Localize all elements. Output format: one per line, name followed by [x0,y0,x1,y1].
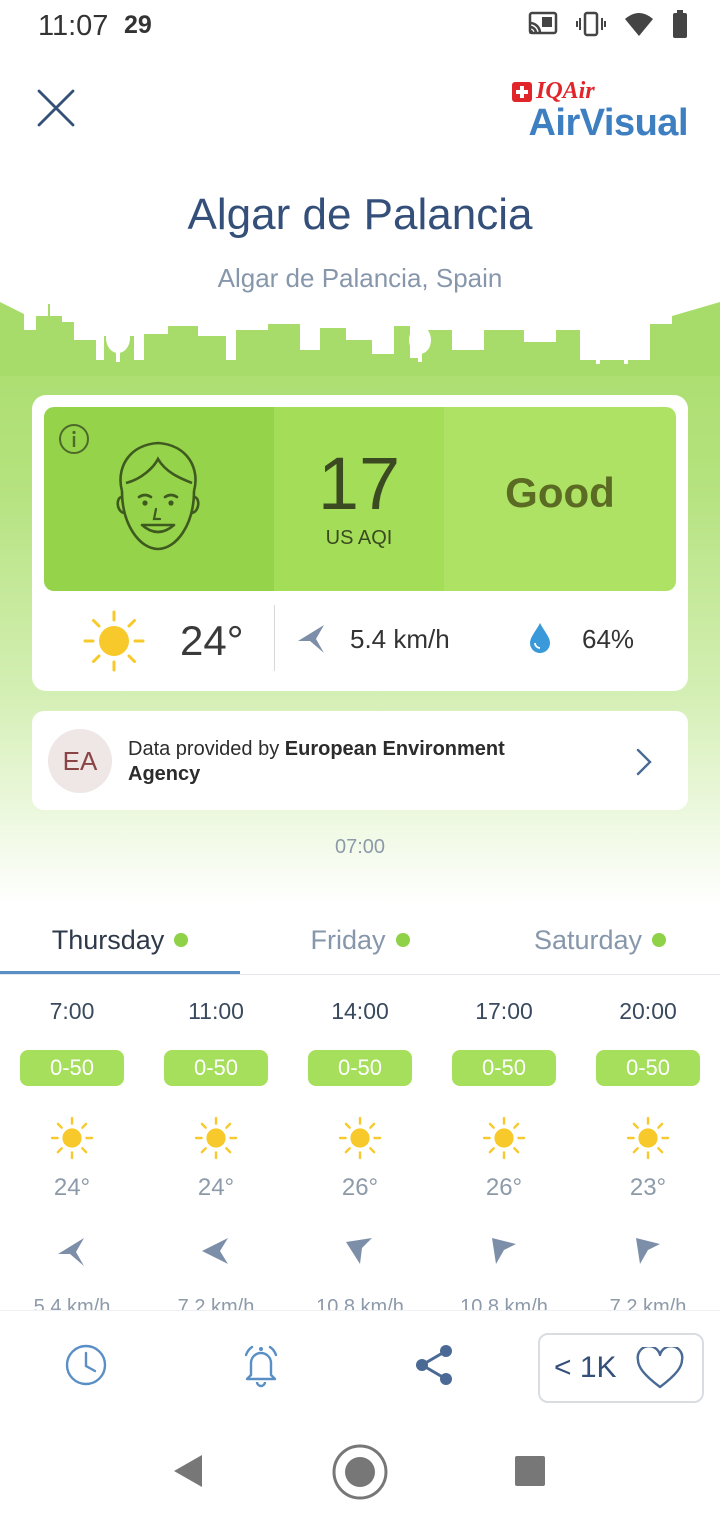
wind-direction-icon [636,1238,660,1264]
vibrate-icon [576,11,606,37]
home-circle-icon[interactable] [331,1443,389,1501]
notification-bell-icon[interactable] [237,1341,285,1389]
recents-square-icon[interactable] [514,1455,546,1487]
back-triangle-icon[interactable] [170,1453,206,1489]
bottom-toolbar: < 1K [0,1310,720,1422]
current-temperature: 24° [180,617,244,664]
aqi-band: 17 US AQI Good [44,407,676,591]
status-dot [395,933,410,947]
chevron-right-icon [636,748,652,776]
wind-direction-icon [58,1238,84,1266]
status-dot [174,933,189,947]
forecast-wind-speed: 10.8 km/h [316,1296,404,1310]
close-icon[interactable] [30,82,82,134]
status-icons [528,10,688,38]
favorite-count: < 1K [554,1351,617,1384]
wind-direction-icon [346,1238,372,1264]
wifi-icon [625,13,653,36]
forecast-time: 14:00 [331,998,389,1024]
forecast-aqi-badge: 0-50 [596,1050,700,1086]
forecast-item: 14:00 0-50 26° 10.8 km/h [288,976,432,1310]
tab-label: Saturday [533,924,643,955]
sun-icon [626,1116,670,1160]
forecast-aqi-badge: 0-50 [308,1050,412,1086]
status-bar: 11:07 29 [0,0,720,56]
happy-face-icon [116,441,200,551]
sun-icon [194,1116,238,1160]
history-clock-icon[interactable] [62,1341,110,1389]
airvisual-logo: AirVisual [528,102,688,144]
status-notification-count: 29 [124,11,152,39]
forecast-aqi-badge: 0-50 [452,1050,556,1086]
forecast-aqi-badge: 0-50 [20,1050,124,1086]
favorite-button[interactable]: < 1K [538,1333,704,1403]
tab-label: Friday [310,924,386,955]
forecast-wind-speed: 10.8 km/h [460,1296,548,1310]
forecast-temperature: 26° [341,1174,379,1201]
swiss-cross-icon [512,81,532,102]
tab-saturday[interactable]: Saturday [480,905,720,975]
sun-icon [83,610,145,672]
forecast-wind-speed: 5.4 km/h [33,1296,111,1310]
forecast-item: 11:00 0-50 24° 7.2 km/h [144,976,288,1310]
battery-icon [673,10,687,38]
city-skyline-illustration [0,296,720,376]
city-title: Algar de Palancia [187,190,533,239]
city-subtitle: Algar de Palancia, Spain [217,263,503,293]
forecast-temperature: 24° [197,1174,235,1201]
forecast-time: 20:00 [619,998,677,1024]
wind-direction-icon [298,625,324,653]
share-icon[interactable] [410,1341,458,1389]
aqi-value: 17 [317,442,401,525]
tab-thursday[interactable]: Thursday [0,905,240,975]
humidity-drop-icon [530,623,550,653]
forecast-aqi-badge: 0-50 [164,1050,268,1086]
sun-icon [338,1116,382,1160]
data-provider-card[interactable]: EA Data provided by European Environment… [32,711,688,810]
forecast-wind-speed: 7.2 km/h [609,1296,687,1310]
provider-prefix: Data provided by [128,738,285,760]
cast-icon [528,11,558,35]
info-icon[interactable] [58,423,90,455]
aqi-card[interactable]: 17 US AQI Good 24° 5.4 km/h 64% [32,395,688,691]
forecast-item: 7:00 0-50 24° 5.4 km/h [0,976,144,1310]
current-weather: 24° 5.4 km/h 64% [32,591,688,691]
forecast-time: 7:00 [49,998,95,1024]
sun-icon [50,1116,94,1160]
forecast-temperature: 23° [629,1174,667,1201]
tab-label: Thursday [51,924,165,955]
aqi-value-panel: 17 US AQI Good [274,407,676,591]
status-dot [652,933,667,947]
provider-text: Data provided by European Environment Ag… [128,737,568,787]
forecast-item: 20:00 0-50 23° 7.2 km/h [576,976,720,1310]
aqi-face-panel [44,407,274,591]
forecast-time: 11:00 [188,998,244,1024]
heart-icon [636,1347,684,1389]
forecast-time: 17:00 [475,998,533,1024]
forecast-temperature: 24° [53,1174,91,1201]
aqi-level: Good [505,469,615,516]
forecast-wind-speed: 7.2 km/h [177,1296,255,1310]
current-wind-speed: 5.4 km/h [350,624,450,654]
iqair-logo: IQAir [512,78,595,105]
forecast-item: 17:00 0-50 26° 10.8 km/h [432,976,576,1310]
sun-icon [482,1116,526,1160]
aqi-unit: US AQI [325,527,393,549]
system-navigation-bar [0,1422,720,1520]
day-tabs: Thursday Friday Saturday [0,905,720,975]
provider-avatar: EA [48,729,112,793]
tab-friday[interactable]: Friday [240,905,480,975]
wind-direction-icon [492,1238,516,1264]
hourly-forecast[interactable]: 7:00 0-50 24° 5.4 km/h 11:00 0-50 24° 7.… [0,976,720,1310]
brand-logo: IQAir AirVisual [512,78,688,146]
divider [274,605,275,671]
update-time: 07:00 [334,836,386,858]
wind-direction-icon [202,1238,228,1264]
current-humidity: 64% [582,624,635,654]
active-tab-indicator [0,971,240,974]
status-time: 11:07 [38,10,109,42]
forecast-temperature: 26° [485,1174,523,1201]
